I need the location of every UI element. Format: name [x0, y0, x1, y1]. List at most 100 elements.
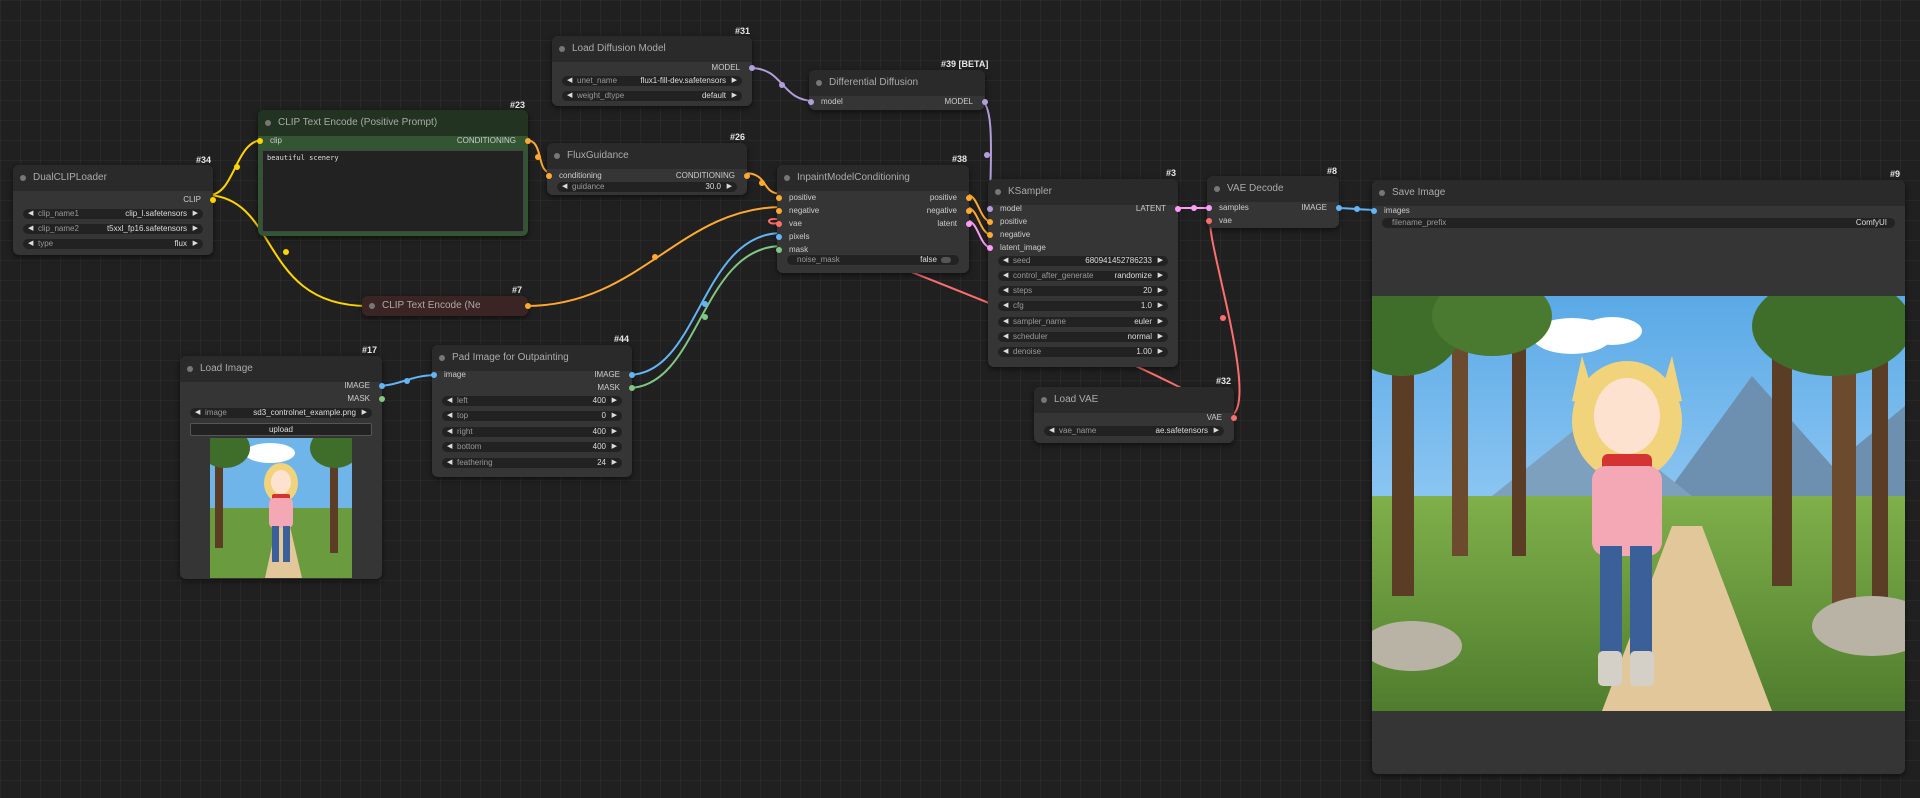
node-id: #8	[1327, 166, 1338, 176]
node-title: FluxGuidance	[547, 143, 747, 169]
widget-scheduler[interactable]: ◀ scheduler normal ▶	[998, 332, 1168, 342]
input-image-label: image	[444, 370, 466, 379]
output-socket-model[interactable]	[749, 65, 755, 71]
input-socket-latent-image[interactable]	[987, 245, 993, 251]
input-socket-clip[interactable]	[257, 138, 263, 144]
toggle-switch[interactable]	[941, 257, 951, 263]
input-socket-mask[interactable]	[776, 247, 782, 253]
input-socket-images[interactable]	[1371, 208, 1377, 214]
node-differential-diffusion[interactable]: Differential Diffusion model MODEL	[808, 70, 988, 110]
input-socket-model[interactable]	[987, 206, 993, 212]
widget-sampler-name[interactable]: ◀ sampler_name euler ▶	[998, 317, 1168, 327]
widget-filename-prefix[interactable]: filename_prefix ComfyUI	[1382, 218, 1895, 228]
input-socket-negative[interactable]	[987, 232, 993, 238]
widget-cfg[interactable]: ◀ cfg 1.0 ▶	[998, 301, 1168, 311]
node-title: CLIP Text Encode (Positive Prompt)	[258, 110, 528, 136]
output-socket-vae[interactable]	[1231, 415, 1237, 421]
node-vae-decode[interactable]: VAE Decode samples vae IMAGE	[1206, 176, 1342, 228]
node-clip-text-encode-negative[interactable]: CLIP Text Encode (Ne	[362, 296, 531, 316]
output-socket-image[interactable]	[379, 383, 385, 389]
output-socket-positive[interactable]	[966, 195, 972, 201]
node-load-vae[interactable]: Load VAE VAE ◀ vae_name ae.safetensors ▶	[1034, 387, 1237, 443]
input-socket-conditioning[interactable]	[546, 173, 552, 179]
widget-denoise[interactable]: ◀ denoise 1.00 ▶	[998, 347, 1168, 357]
widget-left[interactable]: ◀ left 400 ▶	[442, 396, 622, 406]
output-socket-mask[interactable]	[379, 396, 385, 402]
node-title: Load VAE	[1034, 387, 1234, 413]
node-clip-text-encode-positive[interactable]: CLIP Text Encode (Positive Prompt) clip …	[257, 110, 531, 236]
widget-vae-name[interactable]: ◀ vae_name ae.safetensors ▶	[1044, 426, 1224, 436]
node-title: Save Image	[1372, 180, 1905, 206]
widget-guidance[interactable]: ◀ guidance 30.0 ▶	[557, 182, 737, 192]
output-socket-negative[interactable]	[966, 208, 972, 214]
widget-control-after-generate[interactable]: ◀ control_after_generate randomize ▶	[998, 271, 1168, 281]
output-clip-label: CLIP	[183, 195, 201, 204]
input-negative-label: negative	[1000, 230, 1031, 239]
output-mask-label: MASK	[347, 394, 370, 403]
input-model-label: model	[821, 97, 843, 106]
input-socket-positive[interactable]	[987, 219, 993, 225]
input-conditioning-label: conditioning	[559, 171, 602, 180]
output-latent-label: LATENT	[1135, 204, 1166, 213]
output-socket-conditioning[interactable]	[525, 303, 531, 309]
input-socket-samples[interactable]	[1206, 205, 1212, 211]
input-mask-label: mask	[789, 245, 809, 254]
widget-top[interactable]: ◀ top 0 ▶	[442, 411, 622, 421]
input-model-label: model	[1000, 204, 1022, 213]
node-load-diffusion-model[interactable]: Load Diffusion Model MODEL ◀ unet_name flu…	[552, 36, 755, 106]
output-image-label: IMAGE	[344, 381, 370, 390]
node-id: #7	[512, 285, 523, 295]
node-ksampler[interactable]: KSampler LATENT model positive negative …	[987, 179, 1181, 367]
output-socket-conditioning[interactable]	[525, 138, 531, 144]
input-socket-pixels[interactable]	[776, 234, 782, 240]
node-flux-guidance[interactable]: FluxGuidance conditioning CONDITIONING ◀…	[546, 143, 750, 195]
widget-noise-mask[interactable]: noise_mask false	[787, 255, 959, 265]
output-socket-latent[interactable]	[966, 221, 972, 227]
prompt-textarea[interactable]: beautiful scenery	[262, 150, 524, 232]
node-id: #17	[362, 345, 378, 355]
node-save-image[interactable]: Save Image images filename_prefix ComfyUI	[1371, 180, 1905, 774]
node-id: #38	[952, 154, 968, 164]
widget-weight-dtype[interactable]: ◀ weight_dtype default ▶	[562, 91, 742, 101]
output-socket-mask[interactable]	[629, 385, 635, 391]
widget-clip-name2[interactable]: ◀ clip_name2 t5xxl_fp16.safetensors ▶	[23, 224, 203, 234]
output-socket-image[interactable]	[629, 372, 635, 378]
node-id: #3	[1166, 168, 1177, 178]
node-inpaint-model-conditioning[interactable]: InpaintModelConditioning positive negati…	[776, 165, 972, 273]
output-socket-latent[interactable]	[1175, 206, 1181, 212]
widget-right[interactable]: ◀ right 400 ▶	[442, 427, 622, 437]
node-title: DualCLIPLoader	[13, 165, 213, 191]
node-pad-image-for-outpainting[interactable]: Pad Image for Outpainting image IMAGE MA…	[431, 345, 635, 477]
input-socket-model[interactable]	[808, 99, 814, 105]
widget-image-select[interactable]: ◀ image sd3_controlnet_example.png ▶	[190, 408, 372, 418]
widget-feathering[interactable]: ◀ feathering 24 ▶	[442, 458, 622, 468]
node-id: #23	[510, 100, 526, 110]
node-id: #44	[614, 334, 630, 344]
output-socket-model[interactable]	[982, 99, 988, 105]
node-title: Load Image	[180, 356, 382, 382]
output-socket-conditioning[interactable]	[744, 173, 750, 179]
output-latent-label: latent	[937, 219, 957, 228]
upload-button[interactable]: upload	[190, 423, 372, 436]
widget-type[interactable]: ◀ type flux ▶	[23, 239, 203, 249]
widget-unet-name[interactable]: ◀ unet_name flux1-fill-dev.safetensors ▶	[562, 76, 742, 86]
node-title: CLIP Text Encode (Ne	[362, 296, 528, 316]
input-socket-image[interactable]	[431, 372, 437, 378]
node-title: Differential Diffusion	[809, 70, 985, 96]
node-dualcliploader[interactable]: DualCLIPLoader CLIP ◀ clip_name1 clip_l.sa…	[13, 165, 216, 255]
widget-seed[interactable]: ◀ seed 680941452786233 ▶	[998, 256, 1168, 266]
node-title: VAE Decode	[1207, 176, 1339, 202]
input-socket-vae[interactable]	[1206, 218, 1212, 224]
widget-clip-name1[interactable]: ◀ clip_name1 clip_l.safetensors ▶	[23, 209, 203, 219]
input-socket-negative[interactable]	[776, 208, 782, 214]
widget-steps[interactable]: ◀ steps 20 ▶	[998, 286, 1168, 296]
output-mask-label: MASK	[597, 383, 620, 392]
node-title: KSampler	[988, 179, 1178, 205]
output-socket-clip[interactable]	[210, 197, 216, 203]
widget-bottom[interactable]: ◀ bottom 400 ▶	[442, 442, 622, 452]
node-id: #26	[730, 132, 746, 142]
output-socket-image[interactable]	[1336, 205, 1342, 211]
input-socket-positive[interactable]	[776, 195, 782, 201]
node-load-image[interactable]: Load Image IMAGE MASK ◀ image sd3_controln…	[180, 356, 385, 579]
input-socket-vae[interactable]	[776, 221, 782, 227]
